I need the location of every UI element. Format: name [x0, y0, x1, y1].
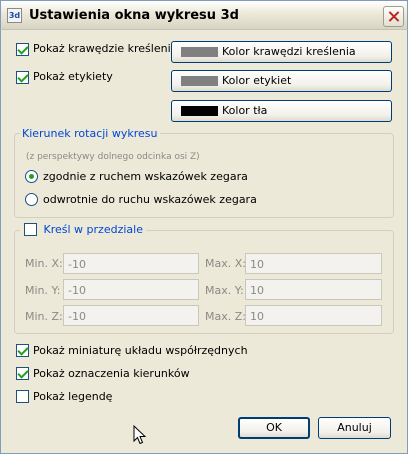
app-icon: 3d	[7, 8, 22, 23]
show-legend-label: Pokaż legendę	[33, 390, 113, 403]
rotation-legend: Kierunek rotacji wykresu	[20, 127, 160, 140]
show-edges-checkbox[interactable]	[16, 43, 29, 56]
label-color-swatch	[181, 76, 218, 86]
cancel-button[interactable]: Anuluj	[318, 417, 391, 439]
show-axes-thumbnail-label: Pokaż miniaturę układu współrzędnych	[33, 344, 248, 357]
clockwise-radio[interactable]	[25, 170, 38, 183]
show-legend-checkbox[interactable]	[16, 390, 29, 403]
show-direction-marks-label: Pokaż oznaczenia kierunków	[33, 367, 190, 380]
min-y-label: Min. Y:	[25, 284, 61, 297]
counterclockwise-label: odwrotnie do ruchu wskazówek zegara	[43, 193, 257, 206]
range-enable-checkbox[interactable]	[24, 222, 37, 236]
counterclockwise-radio[interactable]	[25, 193, 38, 206]
max-x-label: Max. X:	[205, 257, 246, 270]
window-title: Ustawienia okna wykresu 3d	[29, 8, 239, 23]
range-legend-wrap: Kreśl w przedziale	[20, 222, 146, 237]
max-z-label: Max. Z:	[205, 310, 246, 323]
edge-color-label: Kolor krawędzi kreślenia	[222, 45, 356, 58]
max-x-input[interactable]: 10	[245, 253, 382, 274]
rotation-hint: (z perspektywy dolnego odcinka osi Z)	[26, 152, 200, 162]
min-z-label: Min. Z:	[25, 310, 63, 323]
edge-color-swatch	[181, 47, 218, 57]
range-legend: Kreśl w przedziale	[43, 223, 143, 236]
ok-button[interactable]: OK	[238, 417, 310, 439]
background-color-swatch	[181, 106, 218, 116]
min-y-input[interactable]: -10	[63, 279, 199, 300]
max-y-input[interactable]: 10	[245, 279, 382, 300]
label-color-button[interactable]: Kolor etykiet	[171, 70, 392, 92]
show-axes-thumbnail-checkbox[interactable]	[16, 344, 29, 357]
label-color-label: Kolor etykiet	[222, 74, 292, 87]
show-labels-label: Pokaż etykiety	[33, 70, 113, 83]
max-y-label: Max. Y:	[205, 284, 244, 297]
min-x-label: Min. X:	[25, 257, 63, 270]
close-button[interactable]	[383, 6, 404, 27]
clockwise-label: zgodnie z ruchem wskazówek zegara	[43, 170, 248, 183]
min-z-input[interactable]: -10	[63, 305, 199, 326]
min-x-input[interactable]: -10	[63, 253, 199, 274]
ok-label: OK	[266, 421, 282, 434]
edge-color-button[interactable]: Kolor krawędzi kreślenia	[171, 41, 392, 63]
cancel-label: Anuluj	[337, 421, 372, 434]
max-z-input[interactable]: 10	[245, 305, 382, 326]
title-bar: 3d Ustawienia okna wykresu 3d	[0, 0, 408, 30]
show-edges-label: Pokaż krawędzie kreślenia	[33, 42, 178, 55]
show-labels-checkbox[interactable]	[16, 71, 29, 84]
show-direction-marks-checkbox[interactable]	[16, 367, 29, 380]
mouse-pointer-icon	[133, 425, 147, 445]
background-color-label: Kolor tła	[222, 104, 268, 117]
background-color-button[interactable]: Kolor tła	[171, 100, 392, 122]
